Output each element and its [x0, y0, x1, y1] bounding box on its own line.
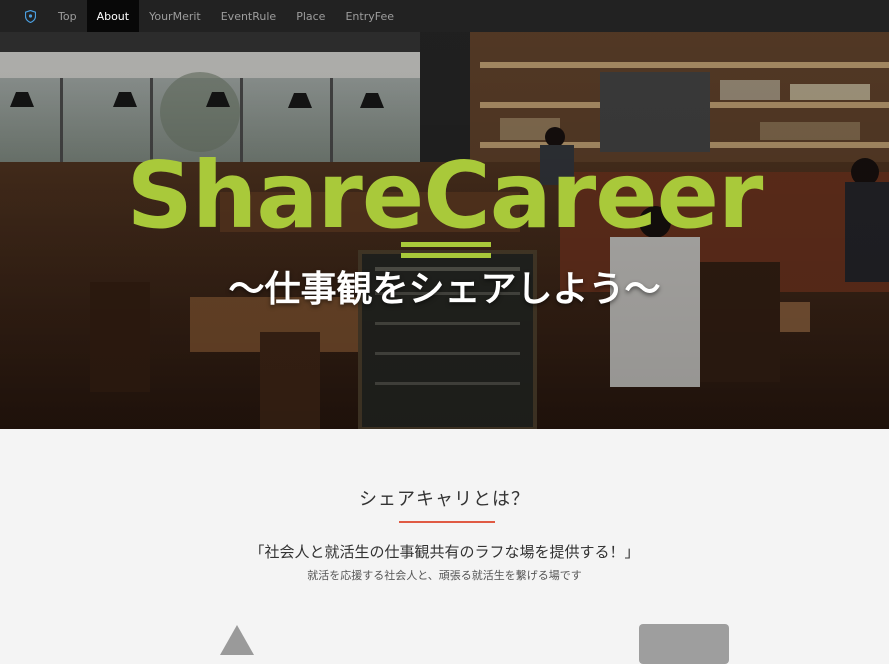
heading-divider: [399, 521, 495, 523]
nav-item-place[interactable]: Place: [286, 0, 335, 32]
brand-logo[interactable]: [0, 0, 48, 32]
about-heading: シェアキャリとは？: [359, 489, 530, 510]
about-section: シェアキャリとは？ 「社会人と就活生の仕事観共有のラフな場を提供する！」 就活を…: [0, 429, 889, 664]
hero-banner: ShareCareer 〜仕事観をシェアしよう〜: [0, 32, 889, 429]
nav-item-entryfee[interactable]: EntryFee: [335, 0, 404, 32]
top-navbar: Top About YourMerit EventRule Place Entr…: [0, 0, 889, 32]
nav-item-eventrule[interactable]: EventRule: [211, 0, 286, 32]
triangle-icon: [220, 625, 254, 655]
shield-icon: [25, 9, 36, 23]
hero-title: ShareCareer: [126, 142, 764, 249]
nav-item-about[interactable]: About: [86, 0, 140, 32]
nav-item-top[interactable]: Top: [48, 0, 87, 32]
card-icon: [639, 624, 729, 664]
nav-item-yourmerit[interactable]: YourMerit: [139, 0, 211, 32]
hero-subtitle: 〜仕事観をシェアしよう〜: [228, 269, 661, 310]
about-lead-text: 「社会人と就活生の仕事観共有のラフな場を提供する！」: [249, 543, 640, 561]
about-description: 就活を応援する社会人と、頑張る就活生を繋げる場です: [307, 569, 582, 582]
